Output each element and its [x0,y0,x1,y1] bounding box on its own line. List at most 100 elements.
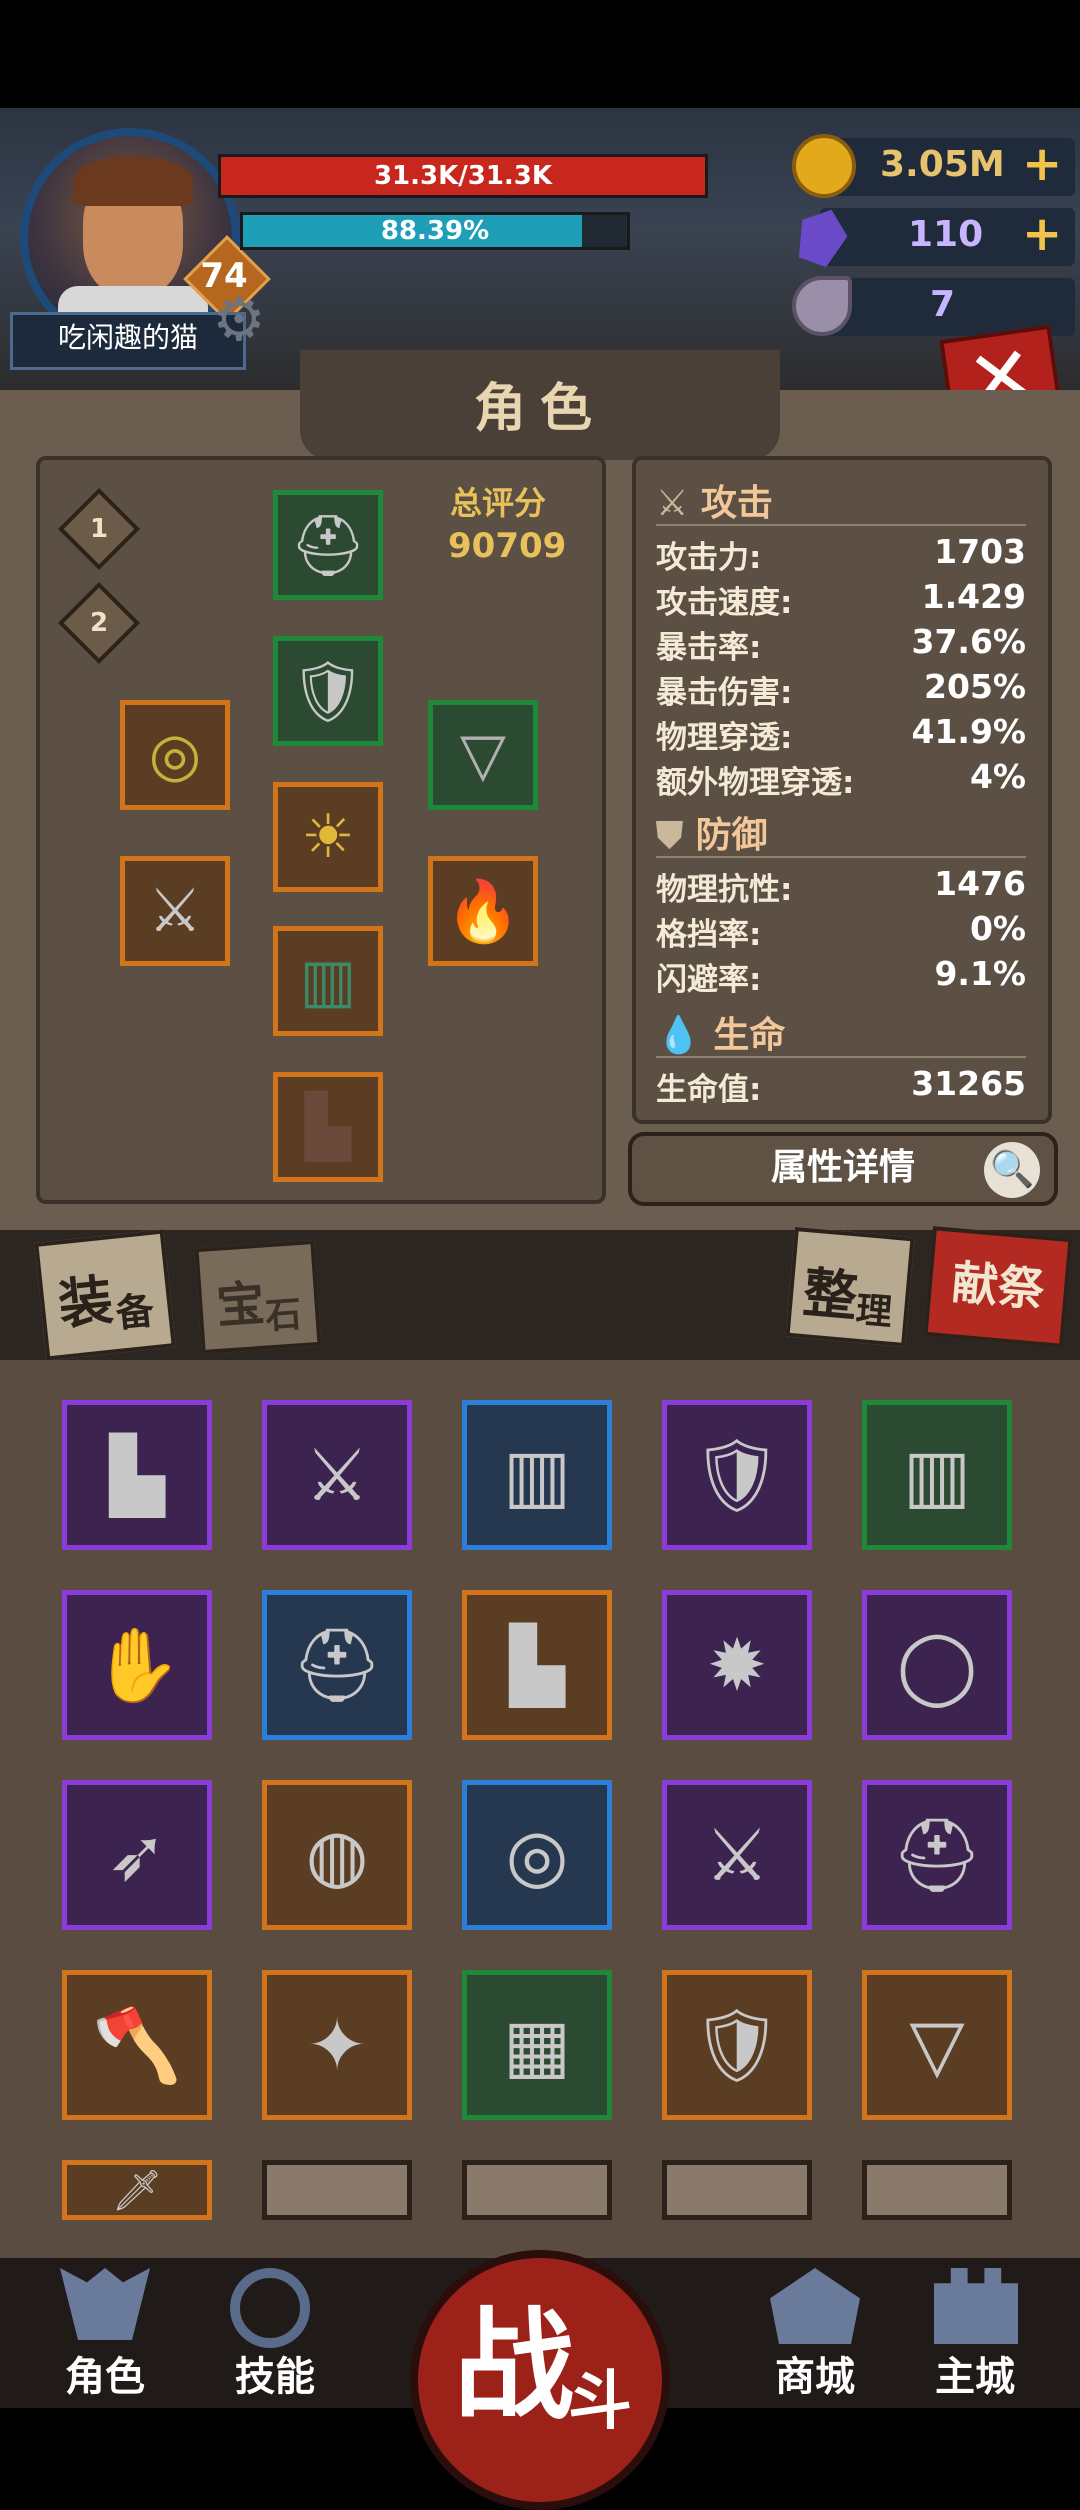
score-label: 总评分 [450,484,547,522]
axe-icon: 🪓 [92,2002,182,2087]
scimitar-icon: ⚔ [304,1433,370,1517]
inventory-slot[interactable]: 🛡 [662,1970,812,2120]
add-gold-button[interactable]: + [1022,140,1062,188]
hp-bar: 31.3K/31.3K [218,154,708,198]
shield-icon: ⛊ [656,815,684,856]
defense-divider [656,856,1026,858]
stat-value: 4% [969,757,1026,796]
equip-slot-offhand[interactable]: 🔥 [428,856,538,966]
inventory-slot[interactable]: 🗡 [62,2160,212,2220]
nav-shop[interactable]: 商城 [730,2264,900,2408]
droplet-icon: 💧 [656,1015,701,1056]
inventory-slot[interactable]: ▙ [462,1590,612,1740]
battle-sub: 斗 [568,2365,632,2439]
defense-section: ⛊ 防御 [656,806,768,858]
stat-value: 0% [969,909,1026,948]
tab-equipment[interactable]: 装 备 [34,1229,176,1361]
inventory-empty-slot[interactable] [862,2160,1012,2220]
equip-slot-weapon[interactable]: ⚔ [120,856,230,966]
nav-main-city[interactable]: 主城 [890,2264,1060,2408]
tab-gems-main: 宝 [214,1275,267,1335]
inventory-empty-slot[interactable] [462,2160,612,2220]
inventory-slot[interactable]: ⛑ [862,1780,1012,1930]
sacrifice-button[interactable]: 献祭 [923,1226,1073,1348]
scimitar-icon: ⚔ [704,1813,770,1897]
torch-icon: 🔥 [445,876,521,947]
drill-weapon-icon: ⚔ [148,876,202,946]
nav-character[interactable]: 角色 [20,2264,190,2408]
gold-amount: 3.05M [880,144,1005,185]
inventory-slot[interactable]: ✋ [62,1590,212,1740]
spiked-mace-icon: ✹ [706,1623,768,1707]
inventory-slot[interactable]: ▙ [62,1400,212,1550]
inventory-slot[interactable]: ✹ [662,1590,812,1740]
fang-necklace-icon: ▽ [909,2003,965,2087]
inventory-slot[interactable]: ◎ [462,1780,612,1930]
stat-details-button[interactable]: 属性详情 🔍 [628,1132,1058,1206]
nav-shop-label: 商城 [775,2354,855,2400]
inventory-slot[interactable]: ✦ [262,1970,412,2120]
equip-slot-helmet[interactable]: ⛑ [273,490,383,600]
inventory-slot[interactable]: ◯ [862,1590,1012,1740]
helmet-icon: ⛑ [289,510,367,581]
stat-row: 闪避率: 9.1% [656,954,1026,999]
equip-slot-ring[interactable]: ◎ [120,700,230,810]
inventory-slot[interactable]: ◍ [262,1780,412,1930]
equip-slot-boots[interactable]: ▙ [273,1072,383,1182]
horn-amount: 7 [930,284,956,325]
add-crystal-button[interactable]: + [1022,210,1062,258]
chest-armor-icon: 🛡 [289,656,367,727]
inventory-slot[interactable]: 🛡 [662,1400,812,1550]
magnifier-icon: 🔍 [984,1142,1040,1198]
stat-row: 攻击力: 1703 [656,532,1026,577]
knight-helmet-icon: ⛑ [891,1812,983,1897]
inventory-slot[interactable]: ▽ [862,1970,1012,2120]
gold-ring-icon: ◎ [505,1813,569,1897]
stat-value: 37.6% [911,622,1027,661]
equip-slot-pants[interactable]: ▥ [273,926,383,1036]
stat-value: 205% [924,667,1026,706]
boots-icon: ▙ [109,1433,165,1517]
stat-row: 攻击速度: 1.429 [656,577,1026,622]
stat-value: 1.429 [921,577,1026,616]
equip-slot-chest[interactable]: 🛡 [273,636,383,746]
life-section: 💧 生命 [656,1006,785,1058]
inventory-slot[interactable]: ▥ [462,1400,612,1550]
stat-value: 1703 [934,532,1026,571]
inventory-slot[interactable]: ▦ [462,1970,612,2120]
inventory-empty-slot[interactable] [262,2160,412,2220]
inventory-slot[interactable]: ⚔ [262,1400,412,1550]
equip-slot-necklace[interactable]: ▽ [428,700,538,810]
equip-slot-belt[interactable]: ☀ [273,782,383,892]
battle-button[interactable]: 战 斗 [410,2250,670,2510]
sword-icon: 🗡 [111,2167,163,2214]
nav-skills[interactable]: 技能 [190,2264,360,2408]
inventory-slot[interactable]: ⛑ [262,1590,412,1740]
loadout-2-label: 2 [89,608,109,638]
stat-label: 物理穿透: [656,720,793,756]
inventory-slot[interactable]: ▥ [862,1400,1012,1550]
sort-main: 整 [800,1261,860,1329]
panel-title: 角色 [473,379,606,439]
castle-nav-icon [934,2268,1018,2344]
gloves-icon: ✋ [92,1622,182,1707]
nav-skills-label: 技能 [235,2354,315,2400]
boots-icon: ▙ [304,1092,352,1162]
stat-label: 额外物理穿透: [656,765,855,801]
staff-icon: ✦ [306,2003,368,2087]
tab-gems[interactable]: 宝 石 [194,1239,322,1355]
inventory-slot[interactable]: ➶ [62,1780,212,1930]
inventory-slot[interactable]: ⚔ [662,1780,812,1930]
boots-icon: ▙ [509,1623,565,1707]
skills-nav-icon [230,2268,310,2348]
stat-value: 1476 [934,864,1026,903]
attack-divider [656,524,1026,526]
ring-icon: ◎ [148,720,202,790]
inventory-empty-slot[interactable] [662,2160,812,2220]
portrait-hair [73,156,193,206]
inventory-slot[interactable]: 🪓 [62,1970,212,2120]
belt-icon: ☀ [301,802,355,872]
settings-gear-icon[interactable]: ⚙ [212,290,266,350]
sort-button[interactable]: 整 理 [785,1226,915,1348]
stat-row: 格挡率: 0% [656,909,1026,954]
